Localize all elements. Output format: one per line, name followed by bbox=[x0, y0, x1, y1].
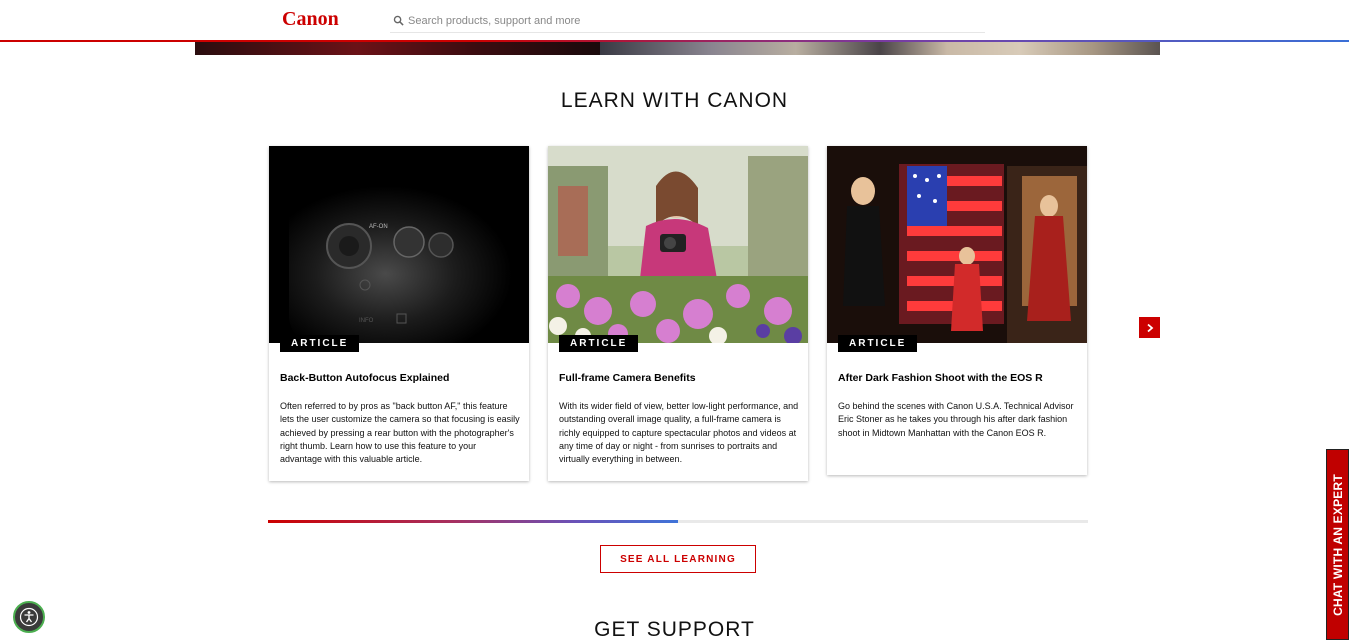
article-badge: ARTICLE bbox=[838, 335, 918, 352]
card-description: With its wider field of view, better low… bbox=[559, 401, 799, 465]
svg-text:INFO: INFO bbox=[359, 318, 374, 324]
article-badge: ARTICLE bbox=[559, 335, 639, 352]
carousel-next-button[interactable] bbox=[1139, 317, 1160, 338]
card-image-camera-back: AF-ON INFO bbox=[269, 146, 529, 343]
carousel-progress-fill bbox=[268, 520, 678, 523]
card-title[interactable]: Full-frame Camera Benefits bbox=[559, 372, 799, 384]
search-bar[interactable] bbox=[390, 9, 985, 33]
section-title-learn: LEARN WITH CANON bbox=[560, 89, 789, 112]
chat-label: CHAT WITH AN EXPERT bbox=[1330, 473, 1345, 616]
search-input[interactable] bbox=[406, 11, 970, 31]
accessibility-button[interactable] bbox=[13, 601, 45, 633]
carousel-progress-bar bbox=[268, 520, 1088, 523]
search-icon bbox=[393, 15, 404, 26]
card-image-night-fashion bbox=[827, 146, 1087, 343]
article-badge: ARTICLE bbox=[280, 335, 360, 352]
svg-text:AF-ON: AF-ON bbox=[369, 224, 388, 230]
site-header: Canon bbox=[0, 0, 1349, 40]
canon-logo[interactable]: Canon bbox=[282, 8, 339, 31]
learning-card[interactable]: AF-ON INFO ARTICLE Back-Button Autofocus… bbox=[269, 146, 529, 481]
accessibility-icon bbox=[19, 607, 39, 627]
chat-with-expert-button[interactable]: CHAT WITH AN EXPERT bbox=[1326, 449, 1349, 640]
card-title[interactable]: After Dark Fashion Shoot with the EOS R bbox=[838, 372, 1078, 384]
chevron-right-icon bbox=[1146, 323, 1153, 332]
hero-banner-image bbox=[195, 42, 1160, 55]
card-description: Often referred to by pros as "back butto… bbox=[280, 401, 520, 465]
card-description: Go behind the scenes with Canon U.S.A. T… bbox=[838, 401, 1074, 438]
card-image-flower-photographer bbox=[548, 146, 808, 343]
learning-card[interactable]: ARTICLE Full-frame Camera Benefits With … bbox=[548, 146, 808, 481]
card-title[interactable]: Back-Button Autofocus Explained bbox=[280, 372, 520, 384]
see-all-learning-button[interactable]: SEE ALL LEARNING bbox=[600, 545, 756, 573]
learning-card[interactable]: ARTICLE After Dark Fashion Shoot with th… bbox=[827, 146, 1087, 475]
section-title-support: GET SUPPORT bbox=[594, 618, 755, 641]
